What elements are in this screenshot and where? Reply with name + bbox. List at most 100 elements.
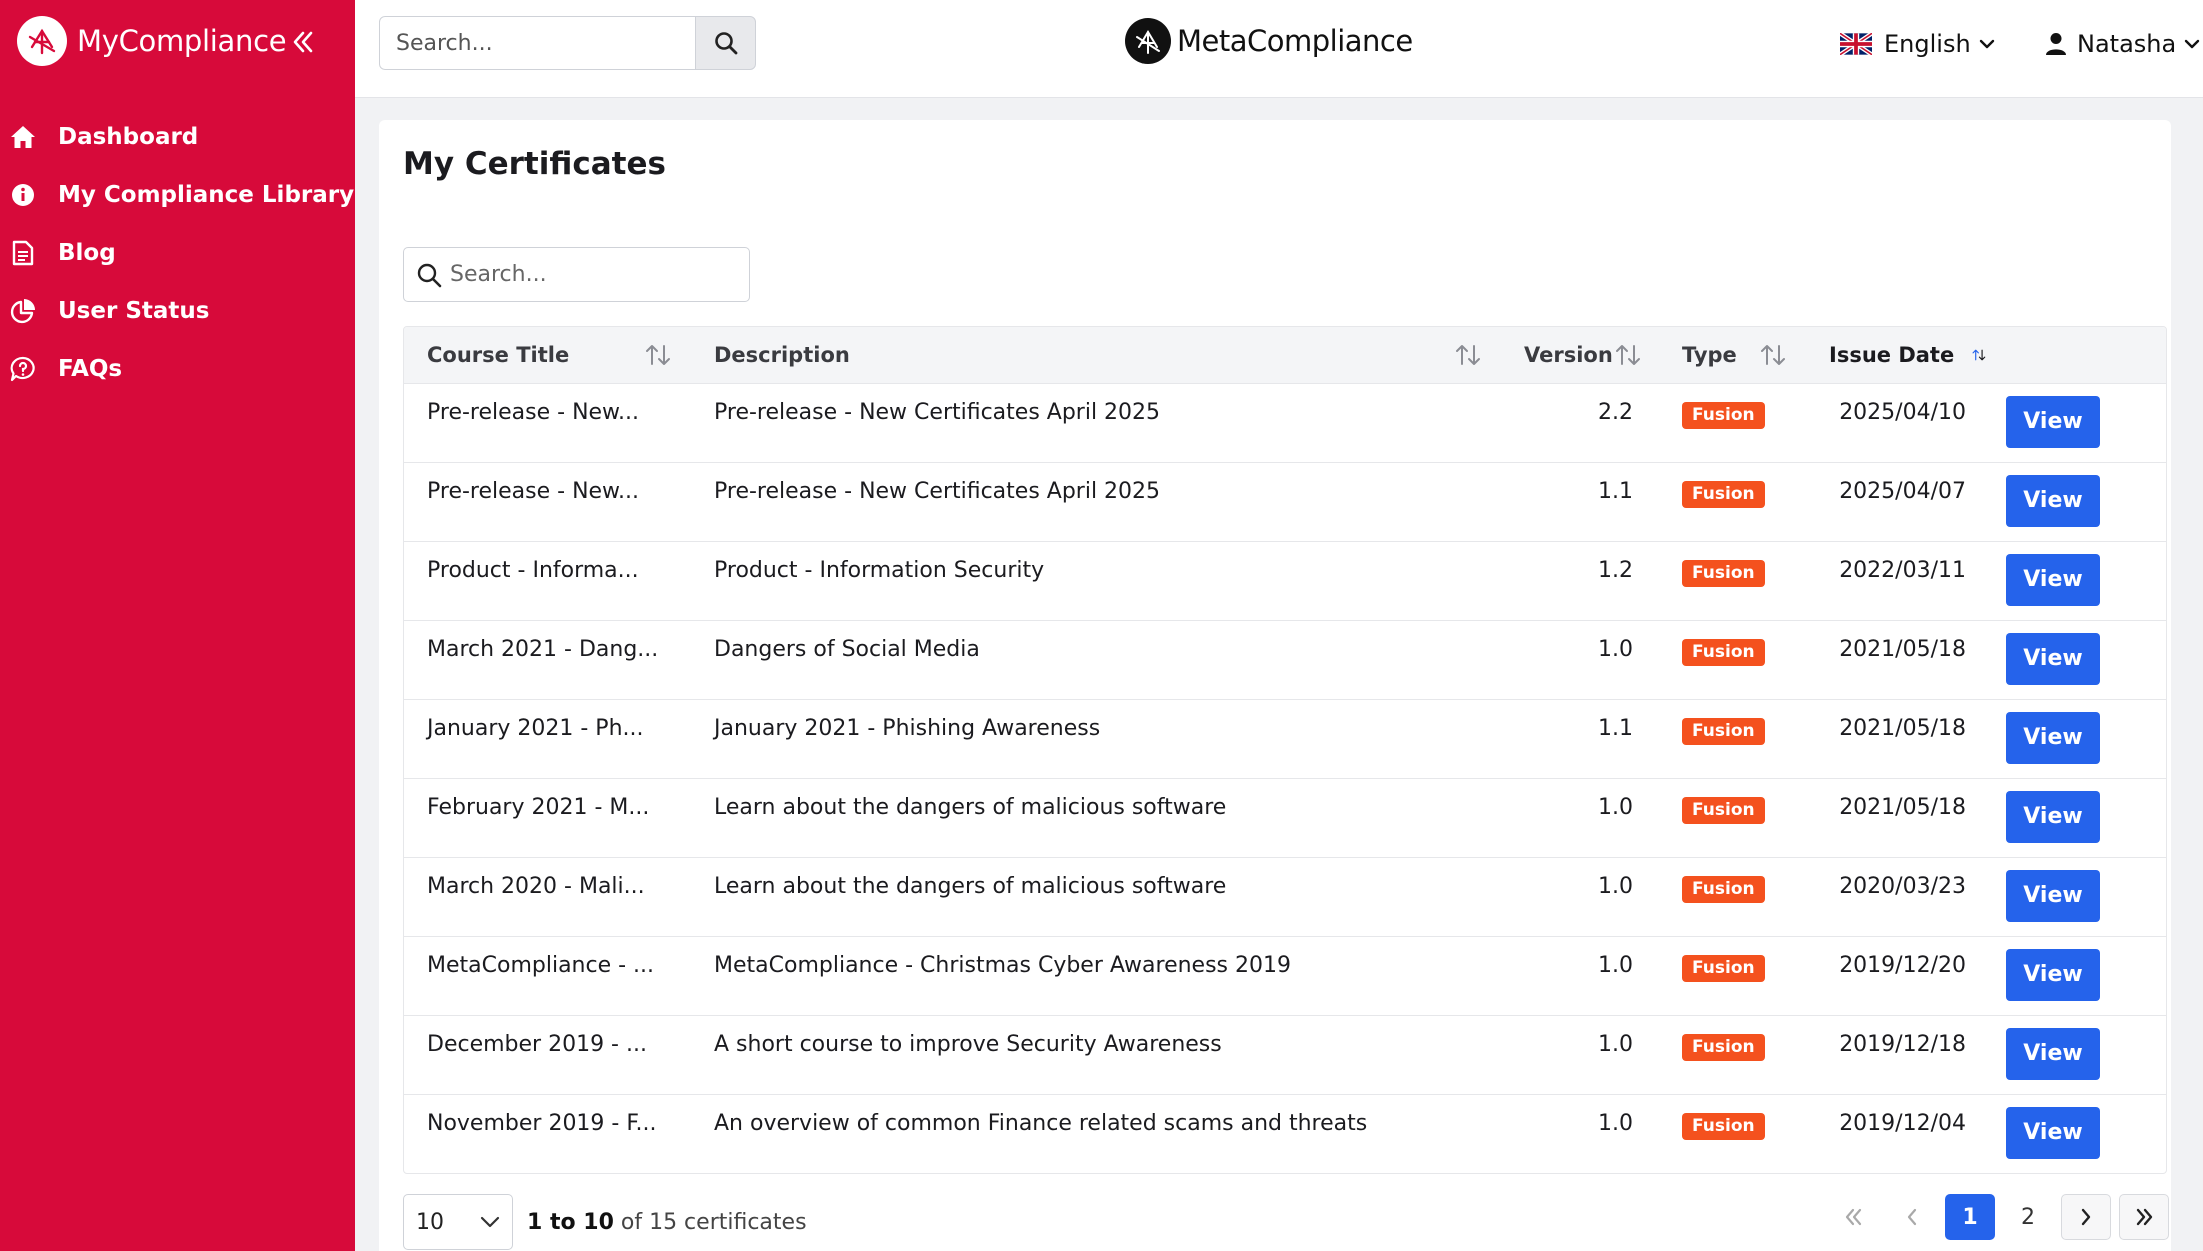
view-certificate-button[interactable]: View: [2006, 632, 2100, 685]
page-size-select[interactable]: 10: [403, 1194, 513, 1250]
cell-issue-date: 2020/03/23: [1839, 873, 1966, 899]
column-header-label: Type: [1682, 342, 1737, 367]
table-header-row: Course Title Description Version Type Is…: [404, 327, 2166, 383]
cell-description: Pre-release - New Certificates April 202…: [714, 399, 1161, 425]
double-chevron-left-icon: [1845, 1208, 1862, 1226]
table-row: November 2019 - F... An overview of comm…: [404, 1094, 2166, 1173]
cell-version: 1.0: [1598, 794, 1633, 820]
user-menu[interactable]: Natasha: [2045, 26, 2200, 62]
cell-version: 1.0: [1598, 636, 1633, 662]
cell-version: 1.2: [1598, 557, 1633, 583]
sidebar-item-label: User Status: [58, 298, 210, 324]
table-row: January 2021 - Ph... January 2021 - Phis…: [404, 699, 2166, 778]
metacompliance-logo-text: MetaCompliance: [1177, 24, 1413, 58]
brand[interactable]: MyCompliance: [17, 14, 287, 68]
cell-issue-date: 2021/05/18: [1839, 794, 1966, 820]
view-certificate-button[interactable]: View: [2006, 553, 2100, 606]
column-header-course-title[interactable]: Course Title: [404, 327, 691, 383]
sidebar-item-blog[interactable]: Blog: [0, 224, 355, 282]
column-header-label: Description: [714, 342, 850, 367]
type-badge: Fusion: [1682, 1033, 1765, 1061]
double-chevron-left-icon: [293, 31, 313, 53]
chevron-down-icon: [1979, 39, 1994, 49]
type-badge: Fusion: [1682, 954, 1765, 982]
cell-type: Fusion: [1659, 462, 1806, 541]
table-row: December 2019 - ... A short course to im…: [404, 1015, 2166, 1094]
cell-version: 1.0: [1598, 1110, 1633, 1136]
cell-course-title: March 2020 - Mali...: [427, 873, 645, 899]
cell-course-title: Pre-release - New...: [427, 478, 640, 504]
metacompliance-logo-icon: [1125, 18, 1171, 64]
page-button-1[interactable]: 1: [1945, 1194, 1995, 1240]
chevron-down-icon: [480, 1216, 500, 1228]
search-icon: [417, 263, 442, 288]
cell-version: 2.2: [1598, 399, 1633, 425]
top-header: MetaCompliance English Natasha: [355, 0, 2203, 98]
column-header-type[interactable]: Type: [1659, 327, 1806, 383]
view-certificate-button[interactable]: View: [2006, 474, 2100, 527]
column-header-label: Course Title: [427, 342, 570, 367]
cell-course-title: November 2019 - F...: [427, 1110, 657, 1136]
view-certificate-button[interactable]: View: [2006, 948, 2100, 1001]
column-header-version[interactable]: Version: [1501, 327, 1659, 383]
cell-course-title: December 2019 - ...: [427, 1031, 647, 1057]
cell-version: 1.0: [1598, 952, 1633, 978]
sidebar-item-faqs[interactable]: FAQs: [0, 340, 355, 398]
chevron-left-icon: [1907, 1208, 1917, 1226]
type-badge: Fusion: [1682, 480, 1765, 508]
sidebar-item-dashboard[interactable]: Dashboard: [0, 108, 355, 166]
type-badge: Fusion: [1682, 559, 1765, 587]
next-page-button[interactable]: [2061, 1194, 2111, 1240]
sidebar-item-label: Dashboard: [58, 124, 199, 150]
cell-action: View: [2006, 541, 2166, 620]
cell-type: Fusion: [1659, 620, 1806, 699]
cell-description: MetaCompliance - Christmas Cyber Awarene…: [714, 952, 1291, 978]
sort-icon: [1761, 344, 1785, 365]
cell-type: Fusion: [1659, 1015, 1806, 1094]
cell-issue-date: 2021/05/18: [1839, 715, 1966, 741]
global-search-button[interactable]: [695, 16, 756, 70]
view-certificate-button[interactable]: View: [2006, 711, 2100, 764]
type-badge: Fusion: [1682, 796, 1765, 824]
cell-version: 1.0: [1598, 873, 1633, 899]
view-certificate-button[interactable]: View: [2006, 790, 2100, 843]
search-icon: [714, 32, 737, 55]
page-button-2[interactable]: 2: [2003, 1194, 2053, 1240]
first-page-button[interactable]: [1829, 1194, 1879, 1240]
metacompliance-logo: MetaCompliance: [1125, 16, 1413, 66]
cell-course-title: MetaCompliance - ...: [427, 952, 655, 978]
table-row: March 2020 - Mali... Learn about the dan…: [404, 857, 2166, 936]
chevron-down-icon: [2185, 39, 2200, 49]
cell-issue-date: 2022/03/11: [1839, 557, 1966, 583]
table-row: Pre-release - New... Pre-release - New C…: [404, 383, 2166, 462]
previous-page-button[interactable]: [1887, 1194, 1937, 1240]
cell-action: View: [2006, 936, 2166, 1015]
cell-course-title: Product - Informa...: [427, 557, 639, 583]
cell-type: Fusion: [1659, 699, 1806, 778]
column-header-issue-date[interactable]: Issue Date: [1806, 327, 2006, 383]
chat-question-icon: [10, 356, 36, 382]
collapse-sidebar-button[interactable]: [286, 22, 320, 62]
sidebar: MyCompliance Dashboard My Compliance Lib…: [0, 0, 355, 1251]
cell-type: Fusion: [1659, 541, 1806, 620]
certificate-search-input[interactable]: [450, 248, 740, 301]
language-selector[interactable]: English: [1840, 26, 1995, 62]
view-certificate-button[interactable]: View: [2006, 869, 2100, 922]
global-search-input[interactable]: [379, 16, 711, 70]
cell-type: Fusion: [1659, 778, 1806, 857]
view-certificate-button[interactable]: View: [2006, 395, 2100, 448]
sidebar-item-label: Blog: [58, 240, 116, 266]
column-header-description[interactable]: Description: [691, 327, 1501, 383]
sidebar-nav: Dashboard My Compliance Library Blog Use…: [0, 108, 355, 398]
cell-type: Fusion: [1659, 857, 1806, 936]
view-certificate-button[interactable]: View: [2006, 1106, 2100, 1159]
last-page-button[interactable]: [2119, 1194, 2169, 1240]
cell-description: A short course to improve Security Aware…: [714, 1031, 1222, 1057]
cell-description: Learn about the dangers of malicious sof…: [714, 794, 1227, 820]
page-title: My Certificates: [403, 146, 666, 182]
sidebar-item-user-status[interactable]: User Status: [0, 282, 355, 340]
sidebar-item-library[interactable]: My Compliance Library: [0, 166, 355, 224]
view-certificate-button[interactable]: View: [2006, 1027, 2100, 1080]
cell-version: 1.1: [1598, 715, 1633, 741]
cell-issue-date: 2021/05/18: [1839, 636, 1966, 662]
